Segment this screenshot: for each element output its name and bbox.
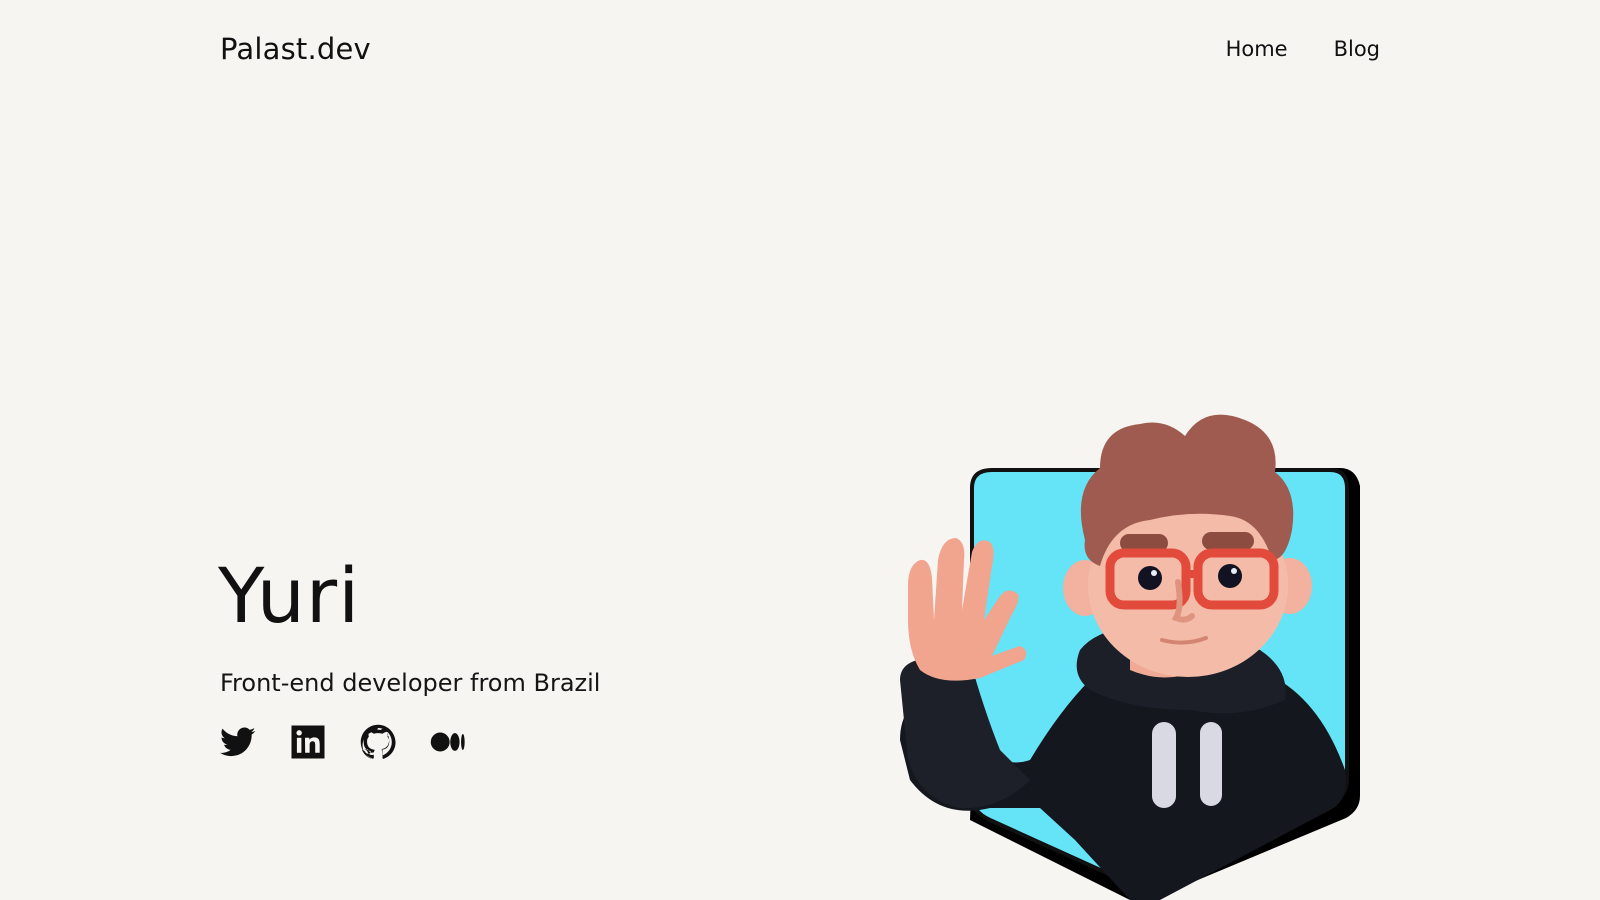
- medium-icon: [430, 732, 465, 752]
- hero-name: Yuri: [218, 551, 361, 640]
- twitter-link[interactable]: [220, 724, 256, 760]
- nav-blog-link[interactable]: Blog: [1334, 37, 1380, 61]
- avatar-image: [900, 414, 1360, 900]
- site-header: Palast.dev Home Blog: [220, 0, 1380, 98]
- medium-link[interactable]: [430, 724, 466, 760]
- github-link[interactable]: [360, 724, 396, 760]
- hero-subtitle: Front-end developer from Brazil: [220, 669, 601, 697]
- twitter-icon: [220, 727, 256, 757]
- social-links: [220, 724, 466, 760]
- nav-home-link[interactable]: Home: [1226, 37, 1288, 61]
- linkedin-link[interactable]: [290, 724, 326, 760]
- github-icon: [360, 724, 396, 759]
- main-nav: Home Blog: [1226, 37, 1380, 61]
- avatar-illustration: [900, 410, 1390, 900]
- page: Palast.dev Home Blog Yuri Front-end deve…: [0, 0, 1600, 900]
- site-logo[interactable]: Palast.dev: [220, 32, 371, 66]
- linkedin-icon: [291, 725, 325, 759]
